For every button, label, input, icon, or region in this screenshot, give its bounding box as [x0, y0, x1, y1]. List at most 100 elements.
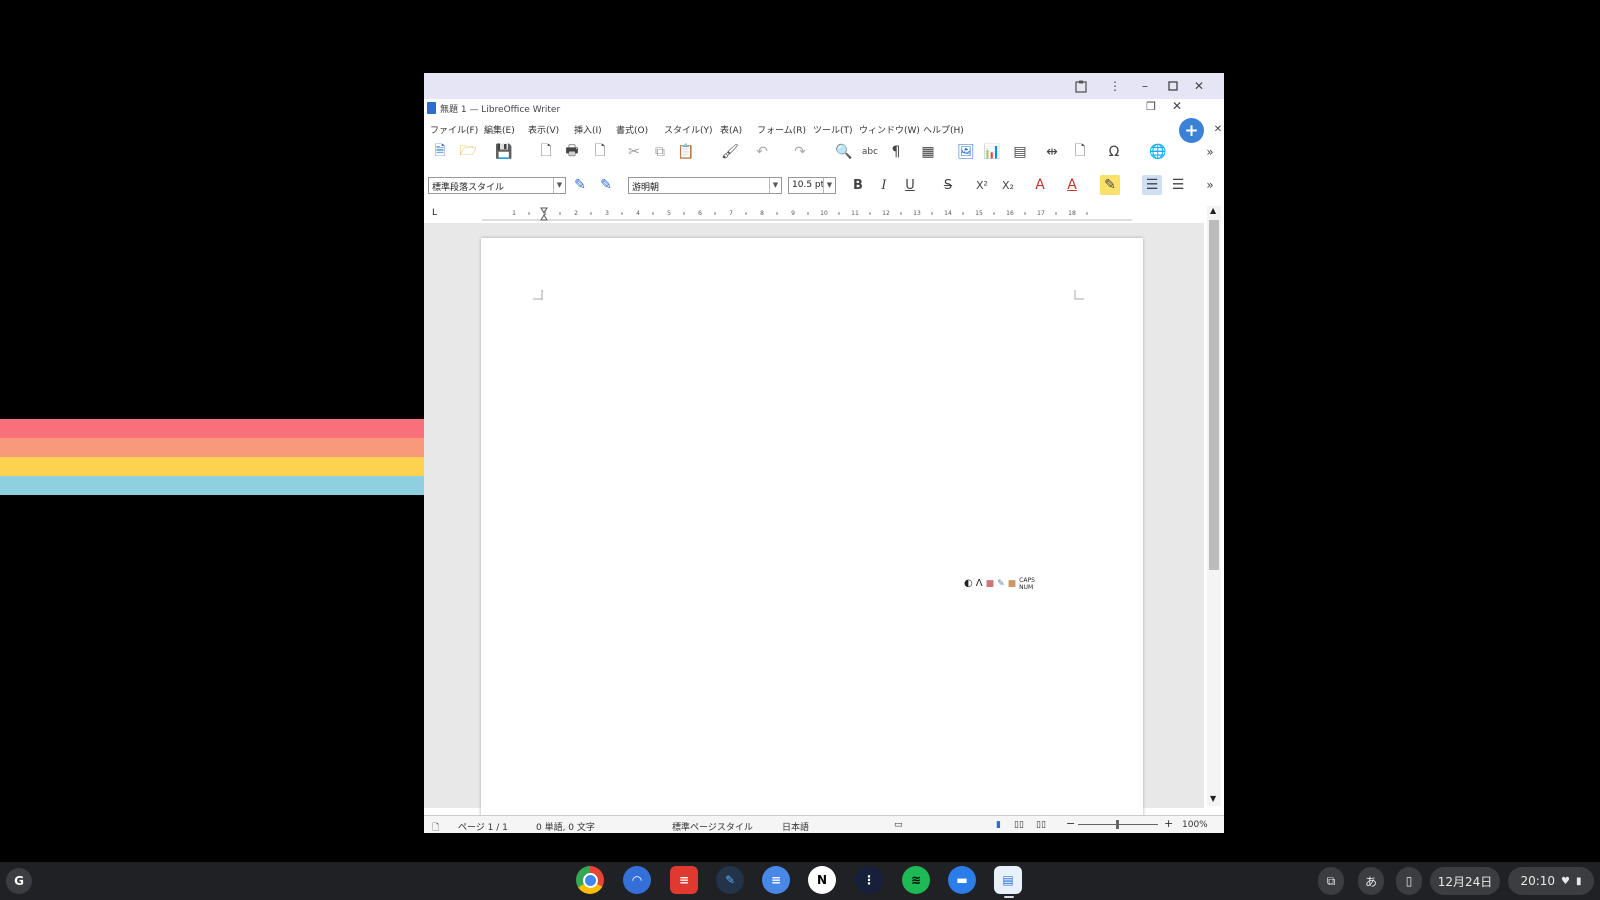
notion-app-icon[interactable]: N	[808, 866, 836, 894]
app-4-icon[interactable]: ✎	[716, 866, 744, 894]
document-area[interactable]	[424, 223, 1204, 818]
selection-mode-icon[interactable]: ▭	[894, 820, 903, 830]
page-break-icon[interactable]: ⇹	[1042, 142, 1062, 162]
app-2-icon[interactable]: ◠	[623, 866, 651, 894]
writer-app-icon[interactable]: ▤	[994, 866, 1022, 894]
print-preview-icon[interactable]: 🗋	[590, 142, 610, 162]
menu-insert[interactable]: 挿入(I)	[574, 123, 602, 136]
redo-icon[interactable]: ↷	[790, 142, 810, 162]
more-format-chevron-icon[interactable]: »	[1200, 175, 1220, 195]
maximize-button[interactable]	[1162, 77, 1184, 95]
files-app-icon[interactable]: ▬	[948, 866, 976, 894]
minimize-button[interactable]: –	[1134, 77, 1156, 95]
insert-textbox-icon[interactable]: ▤	[1010, 142, 1030, 162]
italic-icon[interactable]: I	[874, 175, 894, 195]
cut-icon[interactable]: ✂	[624, 142, 644, 162]
phone-hub-icon[interactable]: ▯	[1396, 867, 1422, 895]
clone-formatting-icon[interactable]: 🖌	[720, 142, 740, 162]
font-name-select[interactable]: 游明朝 ▼	[628, 177, 782, 194]
insert-image-icon[interactable]: 🖼	[956, 142, 976, 162]
new-style-icon[interactable]: ✎	[596, 175, 616, 195]
ruler-number: 8	[760, 210, 764, 217]
print-icon[interactable]: 🖶	[562, 142, 582, 162]
menu-styles[interactable]: スタイル(Y)	[664, 123, 713, 136]
clipboard-icon[interactable]	[1070, 77, 1092, 95]
undo-icon[interactable]: ↶	[752, 142, 772, 162]
formatting-marks-icon[interactable]: ¶	[886, 142, 906, 162]
menu-file[interactable]: ファイル(F)	[430, 123, 478, 136]
book-view-icon[interactable]: ▯▯	[1036, 820, 1046, 830]
highlight-color-icon[interactable]: ✎	[1100, 175, 1120, 195]
document-page[interactable]	[481, 238, 1143, 818]
app-7-icon[interactable]: ⋮	[855, 866, 883, 894]
horizontal-ruler[interactable]: 1 1 2 3 4 5 6 7 8 9 10 11 12 13 14 15 16 17 18	[482, 206, 1132, 221]
copy-icon[interactable]: ⧉	[650, 142, 670, 162]
screen-capture-icon[interactable]: ⧉	[1318, 867, 1344, 895]
close-doc-button[interactable]: ✕	[1166, 97, 1188, 115]
zoom-slider-handle[interactable]	[1116, 820, 1119, 829]
update-style-icon[interactable]: ✎	[570, 175, 590, 195]
insert-table-icon[interactable]: ▦	[918, 142, 938, 162]
zoom-out-icon[interactable]: −	[1066, 817, 1075, 830]
menu-format[interactable]: 書式(O)	[616, 123, 648, 136]
docs-app-icon[interactable]: ≡	[762, 866, 790, 894]
find-replace-icon[interactable]: 🔍	[834, 142, 854, 162]
restore-doc-button[interactable]: ❐	[1140, 97, 1162, 115]
hyperlink-icon[interactable]: 🌐	[1148, 142, 1168, 162]
scrollbar-thumb[interactable]	[1209, 220, 1219, 570]
todoist-app-icon[interactable]: ≡	[670, 866, 698, 894]
ime-indicator[interactable]: あ	[1358, 867, 1384, 895]
zoom-slider[interactable]	[1078, 820, 1158, 829]
new-document-icon[interactable]: 🗎	[430, 142, 450, 162]
special-character-icon[interactable]: Ω	[1104, 142, 1124, 162]
menu-table[interactable]: 表(A)	[720, 123, 742, 136]
open-folder-icon[interactable]: 🗁	[458, 142, 478, 162]
superscript-icon[interactable]: X²	[972, 175, 992, 195]
menu-view[interactable]: 表示(V)	[528, 123, 559, 136]
close-window-button[interactable]: ✕	[1188, 77, 1210, 95]
align-left-icon[interactable]: ☰	[1142, 175, 1162, 195]
spelling-icon[interactable]: abc	[860, 142, 880, 162]
spotify-app-icon[interactable]: ≋	[902, 866, 930, 894]
clear-formatting-icon[interactable]: A	[1030, 175, 1050, 195]
insert-chart-icon[interactable]: 📊	[982, 142, 1002, 162]
menu-edit[interactable]: 編集(E)	[484, 123, 515, 136]
page-count[interactable]: ページ 1 / 1	[458, 820, 508, 833]
menubar: ファイル(F) 編集(E) 表示(V) 挿入(I) 書式(O) スタイル(Y) …	[424, 117, 1224, 137]
tab-stop-icon[interactable]: L	[432, 208, 437, 218]
menu-window[interactable]: ウィンドウ(W)	[859, 123, 920, 136]
launcher-button[interactable]: G	[6, 868, 32, 894]
ruler-number: 9	[791, 210, 795, 217]
zoom-in-icon[interactable]: +	[1164, 817, 1173, 830]
subscript-icon[interactable]: X₂	[998, 175, 1018, 195]
underline-icon[interactable]: U	[900, 175, 920, 195]
menu-tools[interactable]: ツール(T)	[813, 123, 853, 136]
status-area[interactable]: 20:10 ♥ ▮	[1508, 867, 1594, 895]
page-style[interactable]: 標準ページスタイル	[672, 820, 753, 833]
close-menubar-icon[interactable]: ✕	[1207, 120, 1224, 138]
bold-icon[interactable]: B	[848, 175, 868, 195]
export-pdf-icon[interactable]: 🗋	[536, 142, 556, 162]
multi-page-view-icon[interactable]: ▯▯	[1014, 820, 1024, 830]
scroll-up-arrow-icon[interactable]: ▲	[1210, 206, 1216, 215]
paragraph-style-select[interactable]: 標準段落スタイル ▼	[428, 177, 566, 194]
save-icon[interactable]: 💾	[494, 142, 514, 162]
more-tools-chevron-icon[interactable]: »	[1200, 142, 1220, 162]
font-color-icon[interactable]: A	[1062, 175, 1082, 195]
paste-icon[interactable]: 📋	[676, 142, 696, 162]
single-page-view-icon[interactable]: ▮	[996, 820, 1001, 830]
more-vert-icon[interactable]: ⋮	[1104, 77, 1126, 95]
font-size-select[interactable]: 10.5 pt ▼	[788, 177, 836, 194]
scroll-down-arrow-icon[interactable]: ▼	[1210, 794, 1216, 803]
menu-form[interactable]: フォーム(R)	[757, 123, 806, 136]
date-display[interactable]: 12月24日	[1430, 867, 1500, 895]
strikethrough-icon[interactable]: S	[938, 175, 958, 195]
insert-field-icon[interactable]: 🗋	[1070, 142, 1090, 162]
vertical-scrollbar[interactable]: ▲ ▼	[1207, 206, 1221, 806]
chrome-app-icon[interactable]	[576, 866, 604, 894]
word-count[interactable]: 0 単語, 0 文字	[536, 820, 595, 833]
menu-help[interactable]: ヘルプ(H)	[923, 123, 964, 136]
align-center-icon[interactable]: ☰	[1168, 175, 1188, 195]
language[interactable]: 日本語	[782, 820, 809, 833]
zoom-level[interactable]: 100%	[1182, 820, 1208, 830]
